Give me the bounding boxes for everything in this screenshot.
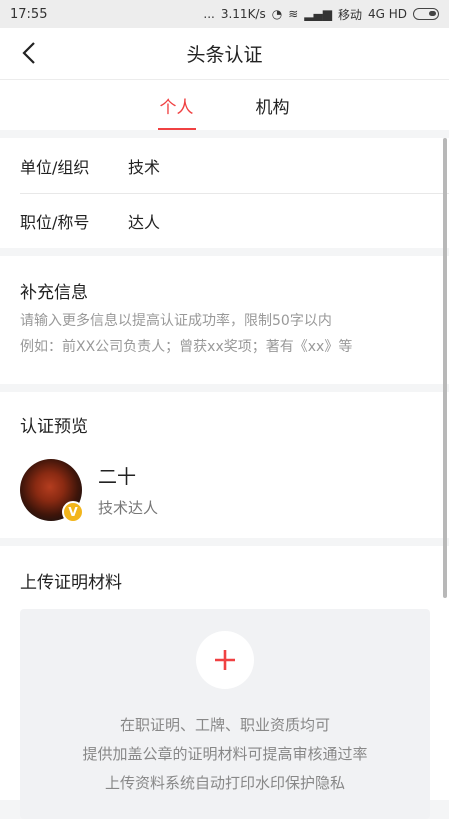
avatar: V xyxy=(20,459,84,523)
status-carrier: 移动 xyxy=(337,7,362,22)
tab-bar: 个人 机构 xyxy=(0,80,449,130)
preview-profile: V 二十 技术达人 xyxy=(20,459,429,523)
status-time: 17:55 xyxy=(10,6,48,22)
extra-info-title: 补充信息 xyxy=(20,283,88,303)
battery-icon xyxy=(413,8,439,20)
preview-title: 认证预览 xyxy=(20,417,88,437)
add-material-button[interactable] xyxy=(196,631,254,689)
signal-icon: ▂▄▆ xyxy=(304,7,332,21)
verified-badge-icon: V xyxy=(62,501,84,523)
upload-title: 上传证明材料 xyxy=(20,573,122,593)
org-input[interactable]: 技术 xyxy=(128,154,160,178)
profile-info: 二十 技术达人 xyxy=(98,462,158,518)
tab-organization[interactable]: 机构 xyxy=(256,80,290,130)
upload-line-1: 在职证明、工牌、职业资质均可 xyxy=(119,716,330,734)
back-arrow-icon xyxy=(22,42,35,64)
navigation-bar: 头条认证 xyxy=(0,28,449,80)
scrollbar[interactable] xyxy=(443,138,447,598)
preview-section: 认证预览 V 二十 技术达人 xyxy=(0,392,449,538)
back-button[interactable] xyxy=(14,38,44,68)
org-label: 单位/组织 xyxy=(20,157,90,177)
status-network: 4G HD xyxy=(367,7,407,21)
upload-instructions: 在职证明、工牌、职业资质均可 提供加盖公章的证明材料可提高审核通过率 上传资料系… xyxy=(82,711,367,798)
position-input[interactable]: 达人 xyxy=(128,209,160,233)
identity-form: 单位/组织 技术 职位/称号 达人 xyxy=(0,138,449,248)
alarm-icon: ◔ xyxy=(271,7,283,21)
plus-icon xyxy=(215,650,235,670)
org-row[interactable]: 单位/组织 技术 xyxy=(0,138,449,193)
status-bar: 17:55 ... 3.11K/s ◔ ≋ ▂▄▆ 移动 4G HD xyxy=(0,0,449,28)
profile-subtitle: 技术达人 xyxy=(98,499,159,517)
status-speed: 3.11K/s xyxy=(220,7,266,21)
status-dots: ... xyxy=(203,7,215,21)
wifi-icon: ≋ xyxy=(288,7,299,21)
position-label: 职位/称号 xyxy=(20,213,90,232)
upload-line-3: 上传资料系统自动打印水印保护隐私 xyxy=(104,774,345,792)
extra-info-placeholder-1[interactable]: 请输入更多信息以提高认证成功率，限制50字以内 xyxy=(20,308,429,334)
upload-box[interactable]: 在职证明、工牌、职业资质均可 提供加盖公章的证明材料可提高审核通过率 上传资料系… xyxy=(20,609,430,819)
status-right: ... 3.11K/s ◔ ≋ ▂▄▆ 移动 4G HD xyxy=(203,6,439,23)
title-row[interactable]: 职位/称号 达人 xyxy=(20,193,449,248)
upload-section: 上传证明材料 在职证明、工牌、职业资质均可 提供加盖公章的证明材料可提高审核通过… xyxy=(0,546,449,819)
tab-personal[interactable]: 个人 xyxy=(157,80,196,130)
extra-info-section[interactable]: 补充信息 请输入更多信息以提高认证成功率，限制50字以内 例如：前XX公司负责人… xyxy=(0,256,449,384)
extra-info-placeholder-2[interactable]: 例如：前XX公司负责人；曾获xx奖项；著有《xx》等 xyxy=(20,334,429,360)
upload-line-2: 提供加盖公章的证明材料可提高审核通过率 xyxy=(82,745,368,763)
page-title: 头条认证 xyxy=(186,44,263,66)
profile-name: 二十 xyxy=(98,466,137,488)
